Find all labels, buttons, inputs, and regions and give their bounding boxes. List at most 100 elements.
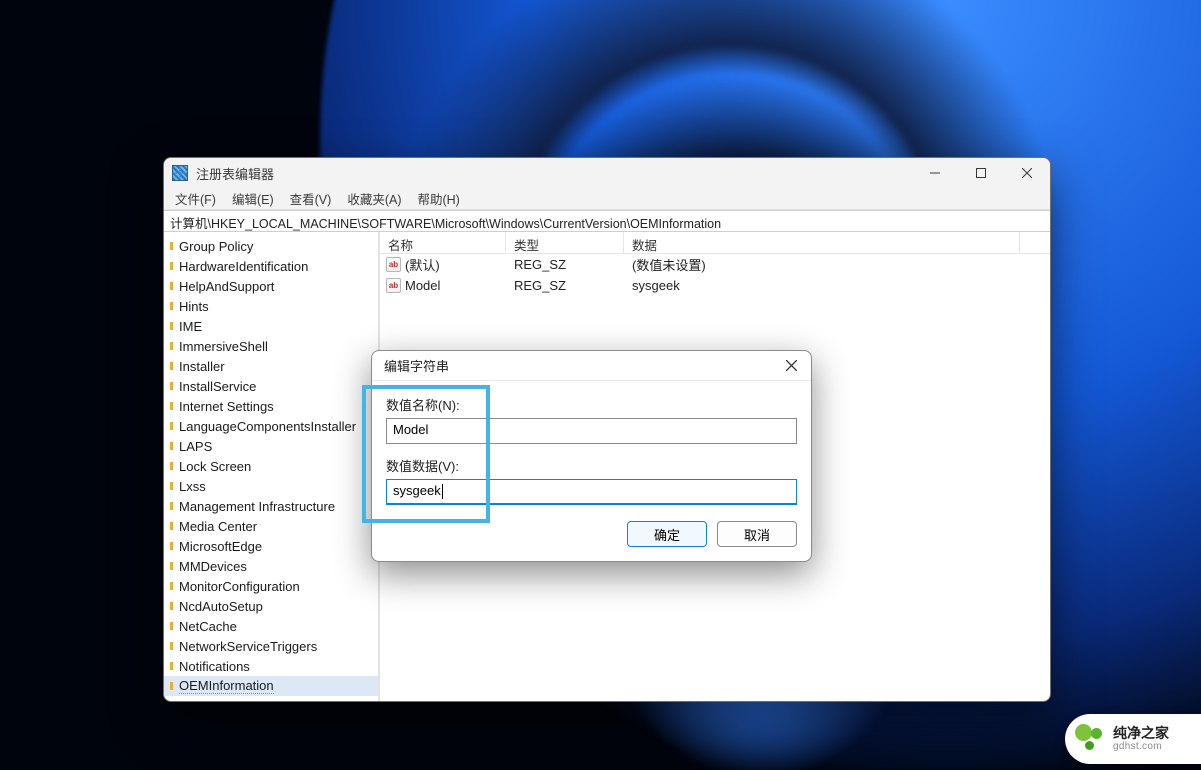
tree-item-label: Hints — [179, 299, 209, 314]
menu-bar: 文件(F) 编辑(E) 查看(V) 收藏夹(A) 帮助(H) — [164, 188, 1050, 210]
value-row[interactable]: ab(默认)REG_SZ(数值未设置) — [380, 254, 1050, 275]
tree-item-group-policy[interactable]: Group Policy — [164, 236, 378, 256]
badge-logo-icon — [1075, 724, 1105, 754]
folder-marker-icon — [170, 682, 173, 690]
tree-item-microsoftedge[interactable]: MicrosoftEdge — [164, 536, 378, 556]
value-name: (默认) — [405, 255, 440, 274]
tree-item-label: HelpAndSupport — [179, 279, 274, 294]
value-row[interactable]: ab Model REG_SZsysgeek — [380, 275, 1050, 296]
tree-item-label: InstallService — [179, 379, 256, 394]
folder-marker-icon — [170, 482, 173, 490]
tree-item-immersiveshell[interactable]: ImmersiveShell — [164, 336, 378, 356]
tree-item-ime[interactable]: IME — [164, 316, 378, 336]
tree-item-internet-settings[interactable]: Internet Settings — [164, 396, 378, 416]
folder-marker-icon — [170, 262, 173, 270]
folder-marker-icon — [170, 422, 173, 430]
folder-marker-icon — [170, 462, 173, 470]
tree-item-label: NetCache — [179, 619, 237, 634]
value-type: REG_SZ — [506, 278, 624, 293]
tree-item-label: Media Center — [179, 519, 257, 534]
folder-marker-icon — [170, 542, 173, 550]
minimize-button[interactable] — [912, 158, 958, 188]
value-data-label: 数值数据(V): — [386, 456, 797, 475]
menu-help[interactable]: 帮助(H) — [410, 187, 466, 210]
folder-marker-icon — [170, 362, 173, 370]
tree-item-languagecomponentsinstaller[interactable]: LanguageComponentsInstaller — [164, 416, 378, 436]
tree-item-label: HardwareIdentification — [179, 259, 308, 274]
value-name-label: 数值名称(N): — [386, 395, 797, 414]
folder-marker-icon — [170, 342, 173, 350]
close-icon — [786, 360, 797, 371]
tree-item-label: Lxss — [179, 479, 206, 494]
value-name: Model — [405, 278, 440, 293]
maximize-icon — [976, 168, 986, 178]
tree-item-hints[interactable]: Hints — [164, 296, 378, 316]
tree-item-label: MMDevices — [179, 559, 247, 574]
col-data[interactable]: 数据 — [624, 232, 1020, 253]
close-icon — [1022, 168, 1032, 178]
values-header: 名称 类型 数据 — [380, 232, 1050, 254]
key-tree[interactable]: Group Policy HardwareIdentification HelpAn… — [164, 232, 380, 701]
menu-edit[interactable]: 编辑(E) — [225, 187, 281, 210]
ok-button[interactable]: 确定 — [627, 521, 707, 547]
tree-item-installer[interactable]: Installer — [164, 356, 378, 376]
dialog-titlebar[interactable]: 编辑字符串 — [372, 351, 811, 381]
tree-item-installservice[interactable]: InstallService — [164, 376, 378, 396]
folder-marker-icon — [170, 502, 173, 510]
maximize-button[interactable] — [958, 158, 1004, 188]
folder-marker-icon — [170, 282, 173, 290]
regedit-app-icon — [172, 165, 188, 181]
tree-item-lxss[interactable]: Lxss — [164, 476, 378, 496]
col-type[interactable]: 类型 — [506, 232, 624, 253]
tree-item-label: LanguageComponentsInstaller — [179, 419, 356, 434]
tree-item-helpandsupport[interactable]: HelpAndSupport — [164, 276, 378, 296]
value-data: sysgeek — [624, 278, 1050, 293]
tree-item-label: ImmersiveShell — [179, 339, 268, 354]
folder-marker-icon — [170, 622, 173, 630]
reg-string-icon: ab — [386, 257, 401, 272]
window-title: 注册表编辑器 — [196, 164, 912, 183]
menu-view[interactable]: 查看(V) — [283, 187, 339, 210]
tree-item-hardwareidentification[interactable]: HardwareIdentification — [164, 256, 378, 276]
tree-item-monitorconfiguration[interactable]: MonitorConfiguration — [164, 576, 378, 596]
col-name[interactable]: 名称 — [380, 232, 506, 253]
tree-item-label: LAPS — [179, 439, 212, 454]
tree-item-ncdautosetup[interactable]: NcdAutoSetup — [164, 596, 378, 616]
tree-item-label: Notifications — [179, 659, 250, 674]
folder-marker-icon — [170, 382, 173, 390]
tree-item-laps[interactable]: LAPS — [164, 436, 378, 456]
site-badge[interactable]: 纯净之家 gdhst.com — [1065, 714, 1201, 764]
dialog-close-button[interactable] — [779, 354, 803, 378]
address-bar[interactable]: 计算机\HKEY_LOCAL_MACHINE\SOFTWARE\Microsof… — [164, 210, 1050, 232]
tree-item-label: Group Policy — [179, 239, 253, 254]
reg-string-icon: ab — [386, 278, 401, 293]
menu-favorites[interactable]: 收藏夹(A) — [340, 187, 408, 210]
value-data-input[interactable]: sysgeek — [386, 479, 797, 505]
folder-marker-icon — [170, 582, 173, 590]
minimize-icon — [930, 168, 940, 178]
folder-marker-icon — [170, 402, 173, 410]
value-name-input[interactable]: Model — [386, 418, 797, 444]
close-button[interactable] — [1004, 158, 1050, 188]
tree-item-mmdevices[interactable]: MMDevices — [164, 556, 378, 576]
tree-item-media-center[interactable]: Media Center — [164, 516, 378, 536]
tree-item-label: Internet Settings — [179, 399, 274, 414]
tree-item-label: IME — [179, 319, 202, 334]
edit-string-dialog: 编辑字符串 数值名称(N): Model 数值数据(V): sysgeek 确定… — [371, 350, 812, 562]
tree-item-oeminformation[interactable]: OEMInformation — [164, 676, 378, 696]
desktop-wallpaper: 注册表编辑器 文件(F) 编辑(E) 查看(V) 收藏夹(A) 帮助(H) 计算… — [0, 0, 1201, 770]
tree-item-lock-screen[interactable]: Lock Screen — [164, 456, 378, 476]
window-titlebar[interactable]: 注册表编辑器 — [164, 158, 1050, 188]
folder-marker-icon — [170, 562, 173, 570]
menu-file[interactable]: 文件(F) — [168, 187, 223, 210]
tree-item-label: Management Infrastructure — [179, 499, 335, 514]
tree-item-networkservicetriggers[interactable]: NetworkServiceTriggers — [164, 636, 378, 656]
tree-item-notifications[interactable]: Notifications — [164, 656, 378, 676]
tree-item-management-infrastructure[interactable]: Management Infrastructure — [164, 496, 378, 516]
tree-item-label: MicrosoftEdge — [179, 539, 262, 554]
folder-marker-icon — [170, 242, 173, 250]
cancel-button[interactable]: 取消 — [717, 521, 797, 547]
tree-item-netcache[interactable]: NetCache — [164, 616, 378, 636]
tree-item-label: NcdAutoSetup — [179, 599, 263, 614]
value-data: (数值未设置) — [624, 255, 1050, 274]
